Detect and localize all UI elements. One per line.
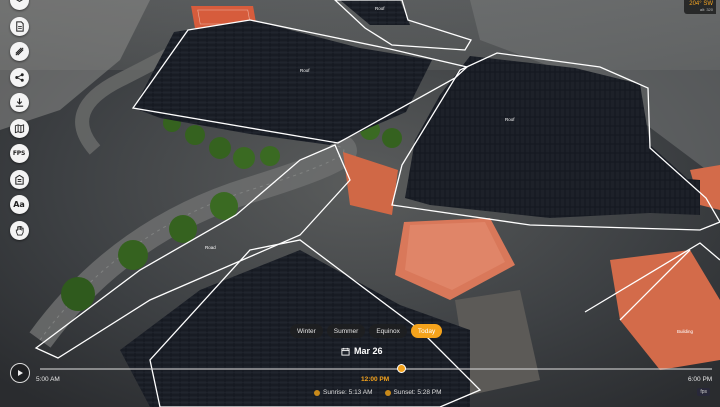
scene-label-road: Road (205, 245, 216, 250)
document-icon (15, 20, 24, 32)
season-equinox-button[interactable]: Equinox (369, 324, 407, 338)
fps-tool-button[interactable]: FPS (9, 144, 29, 163)
share-tool-button[interactable] (9, 67, 29, 87)
scene-label-building: Building (677, 329, 694, 334)
map-tool-button[interactable] (9, 118, 29, 138)
text-tool-button[interactable]: Aa (9, 195, 29, 214)
scene-label-roof-north: Roof (300, 68, 310, 73)
sunrise-icon (314, 389, 320, 396)
sunset-info: Sunset: 5:28 PM (384, 389, 442, 396)
fps-icon: FPS (12, 150, 26, 157)
sunset-icon (384, 389, 391, 396)
season-today-button[interactable]: Today (410, 324, 443, 338)
compass-altitude: alt: 320 (699, 7, 713, 12)
sunrise-text: Sunrise: 5:13 AM (323, 389, 373, 396)
scene-label-roof-top: Roof (375, 6, 385, 11)
report-tool-button[interactable] (9, 16, 29, 36)
time-start-label: 5:00 AM (36, 376, 60, 383)
download-tool-button[interactable] (9, 93, 29, 112)
season-summer-button[interactable]: Summer (326, 324, 366, 338)
sun-times: Sunrise: 5:13 AM Sunset: 5:28 PM (314, 389, 442, 396)
share-icon (14, 72, 24, 82)
fps-badge: fps (697, 388, 710, 396)
layers-tool-button[interactable] (9, 0, 29, 10)
time-slider-track[interactable] (40, 368, 712, 370)
measure-tool-button[interactable] (9, 42, 29, 61)
tool-sidebar: FPS Aa (9, 0, 29, 246)
hand-icon (15, 225, 24, 235)
calendar-icon (341, 347, 350, 356)
date-value: Mar 26 (354, 346, 383, 356)
season-winter-button[interactable]: Winter (290, 324, 323, 338)
scene-label-roof-east: Roof (505, 117, 515, 122)
sunset-text: Sunset: 5:28 PM (393, 389, 442, 396)
building-icon (14, 174, 24, 185)
map-icon (14, 123, 24, 133)
date-picker[interactable]: Mar 26 (341, 346, 383, 356)
compass-indicator[interactable]: 204° SW alt: 320 (684, 0, 716, 14)
sunrise-info: Sunrise: 5:13 AM (314, 389, 373, 396)
play-icon (18, 370, 23, 376)
download-icon (15, 98, 23, 107)
solar-array-east-small[interactable] (640, 175, 700, 210)
time-end-label: 6:00 PM (688, 376, 713, 383)
time-current-label: 12:00 PM (361, 376, 390, 383)
building-tool-button[interactable] (9, 169, 29, 189)
hand-tool-button[interactable] (9, 220, 29, 240)
text-icon: Aa (13, 200, 25, 209)
measure-icon (14, 47, 24, 56)
layers-icon (15, 0, 23, 3)
season-selector: Winter Summer Equinox Today (290, 324, 443, 338)
play-button[interactable] (10, 363, 30, 383)
